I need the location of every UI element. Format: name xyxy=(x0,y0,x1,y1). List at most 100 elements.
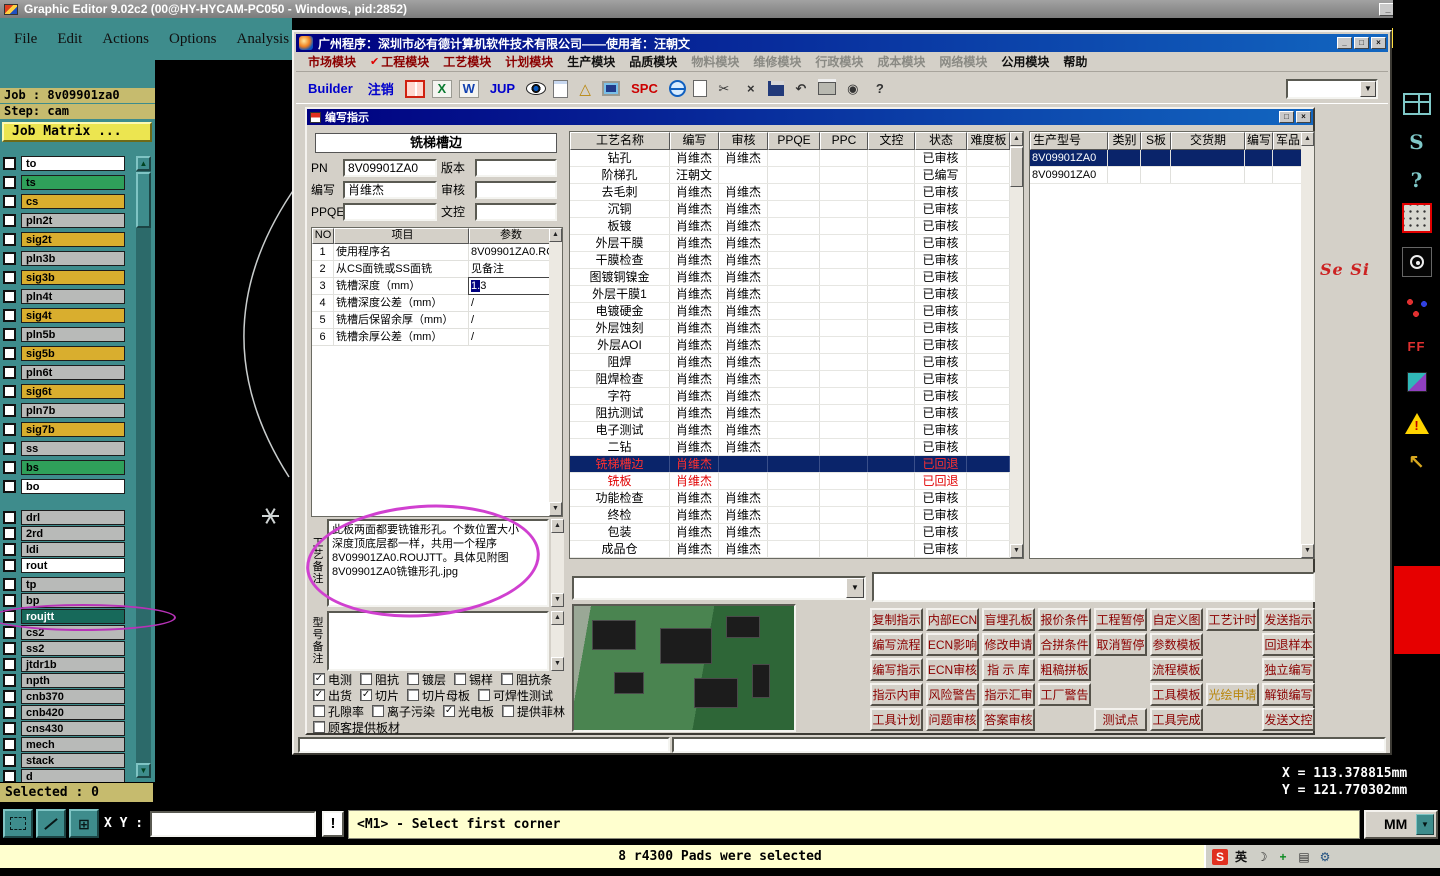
checkbox-可焊性测试[interactable] xyxy=(478,689,491,701)
action-工具计划[interactable]: 工具计划 xyxy=(870,708,923,731)
cn-menu-网络模块[interactable]: 网络模块 xyxy=(933,53,993,70)
target-icon[interactable] xyxy=(1395,244,1438,280)
layer-ss[interactable]: ss xyxy=(21,441,125,456)
chevron-down-icon[interactable]: ▼ xyxy=(1416,814,1434,835)
layer-mech[interactable]: mech xyxy=(21,737,125,752)
action-编写指示[interactable]: 编写指示 xyxy=(870,658,923,681)
layer-drl[interactable]: drl xyxy=(21,510,125,525)
checkbox-切片母板[interactable] xyxy=(407,689,420,701)
layer-pln3b[interactable]: pln3b xyxy=(21,251,125,266)
craft-note-box[interactable]: 此板两面都要铣锥形孔。个数位置大小 深度顶底层都一样，共用一个程序 8V0990… xyxy=(327,519,549,607)
layer-checkbox-ts[interactable] xyxy=(3,176,16,189)
help-icon[interactable]: ? xyxy=(870,80,890,98)
process-row-干膜检查[interactable]: 干膜检查 肖维杰 肖维杰 已审核 xyxy=(570,252,1010,269)
layer-checkbox-bo[interactable] xyxy=(3,480,16,493)
new-doc-icon[interactable] xyxy=(692,80,707,97)
undo-icon[interactable]: ↶ xyxy=(791,80,811,98)
editor-titlebar[interactable]: 编写指示 □ × xyxy=(307,109,1313,125)
scroll-down-icon[interactable]: ▼ xyxy=(549,502,562,516)
checkbox-阻抗[interactable] xyxy=(360,673,373,685)
process-row-去毛刺[interactable]: 去毛刺 肖维杰 肖维杰 已审核 xyxy=(570,184,1010,201)
xy-input[interactable] xyxy=(150,811,316,837)
chevron-down-icon[interactable]: ▼ xyxy=(846,578,864,598)
process-row-图镀铜镍金[interactable]: 图镀铜镍金 肖维杰 肖维杰 已审核 xyxy=(570,269,1010,286)
action-编写流程[interactable]: 编写流程 xyxy=(870,633,923,656)
layer-cns430[interactable]: cns430 xyxy=(21,721,125,736)
layer-checkbox-npth[interactable] xyxy=(3,674,16,687)
remark-combo[interactable]: ▼ xyxy=(572,576,866,600)
layer-npth[interactable]: npth xyxy=(21,673,125,688)
field-input-编写[interactable]: 肖维杰 xyxy=(343,181,437,199)
cn-menu-公用模块[interactable]: 公用模块 xyxy=(995,53,1055,70)
layer-sig5b[interactable]: sig5b xyxy=(21,346,125,361)
menu-options[interactable]: Options xyxy=(169,31,217,48)
param-value[interactable]: 1.3 xyxy=(468,277,552,295)
field-input-审核[interactable] xyxy=(475,181,557,199)
process-row-外层干膜[interactable]: 外层干膜 肖维杰 肖维杰 已审核 xyxy=(570,235,1010,252)
plus-icon[interactable]: + xyxy=(1275,849,1291,865)
cn-titlebar[interactable]: 广州程序：深圳市必有德计算机软件技术有限公司——使用者：汪朝文 _ □ × xyxy=(296,34,1388,52)
grid-tool[interactable]: ⊞ xyxy=(69,809,99,838)
action-自定义图[interactable]: 自定义图 xyxy=(1150,608,1203,631)
cn-menu-工艺模块[interactable]: 工艺模块 xyxy=(437,53,497,70)
action-独立编写[interactable]: 独立编写 xyxy=(1262,658,1315,681)
checkbox-孔隙率[interactable] xyxy=(313,705,325,717)
param-row-5[interactable]: 5 铣槽后保留余厚（mm） / xyxy=(312,312,551,329)
cn-menu-计划模块[interactable]: 计划模块 xyxy=(499,53,559,70)
scroll-up-icon[interactable]: ▲ xyxy=(551,611,564,625)
monitor-icon[interactable] xyxy=(602,81,621,96)
word-icon[interactable]: W xyxy=(458,79,479,98)
field-input-PPQE[interactable] xyxy=(343,203,437,221)
ff-icon[interactable]: FF xyxy=(1395,328,1438,364)
layer-ss2[interactable]: ss2 xyxy=(21,641,125,656)
checkbox-离子污染[interactable] xyxy=(372,705,385,717)
model-note-box[interactable] xyxy=(327,611,549,671)
remark-field[interactable] xyxy=(872,572,1315,602)
cn-menu-生产模块[interactable]: 生产模块 xyxy=(561,53,621,70)
model-note-scrollbar[interactable]: ▲ ▼ xyxy=(551,611,564,671)
layer-checkbox-mech[interactable] xyxy=(3,738,16,751)
scroll-down-icon[interactable]: ▼ xyxy=(136,763,151,778)
cn-menu-维修模块[interactable]: 维修模块 xyxy=(747,53,807,70)
layer-pln2t[interactable]: pln2t xyxy=(21,213,125,228)
action-光绘申请[interactable]: 光绘申请 xyxy=(1206,683,1259,706)
select-rect-tool[interactable] xyxy=(3,809,33,838)
action-取消暂停[interactable]: 取消暂停 xyxy=(1094,633,1147,656)
layer-checkbox-sig4t[interactable] xyxy=(3,309,16,322)
process-row-板镀[interactable]: 板镀 肖维杰 肖维杰 已审核 xyxy=(570,218,1010,235)
param-row-4[interactable]: 4 铣槽深度公差（mm） / xyxy=(312,295,551,312)
zoom-combo[interactable]: ▼ xyxy=(1286,78,1378,99)
action-解锁编写[interactable]: 解锁编写 xyxy=(1262,683,1315,706)
layer-checkbox-pln4t[interactable] xyxy=(3,290,16,303)
action-粗稿拼板[interactable]: 粗稿拼板 xyxy=(1038,658,1091,681)
layer-d[interactable]: d xyxy=(21,769,125,782)
product-row-8V09901ZA0[interactable]: 8V09901ZA0 xyxy=(1030,150,1303,167)
scroll-down-icon[interactable]: ▼ xyxy=(551,657,564,671)
action-回退样本[interactable]: 回退样本 xyxy=(1262,633,1315,656)
checkbox-提供菲林[interactable] xyxy=(502,705,515,717)
action-工程暂停[interactable]: 工程暂停 xyxy=(1094,608,1147,631)
action-工具完成[interactable]: 工具完成 xyxy=(1150,708,1203,731)
layer-to[interactable]: to xyxy=(21,156,125,171)
cn-minimize-button[interactable]: _ xyxy=(1337,37,1352,49)
action-报价条件[interactable]: 报价条件 xyxy=(1038,608,1091,631)
layer-cnb370[interactable]: cnb370 xyxy=(21,689,125,704)
action-测试点[interactable]: 测试点 xyxy=(1094,708,1147,731)
process-row-钻孔[interactable]: 钻孔 肖维杰 肖维杰 已审核 xyxy=(570,150,1010,167)
layer-checkbox-cnb420[interactable] xyxy=(3,706,16,719)
action-流程模板[interactable]: 流程模板 xyxy=(1150,658,1203,681)
cube-icon[interactable] xyxy=(1395,364,1438,400)
layer-pln5b[interactable]: pln5b xyxy=(21,327,125,342)
product-scrollbar[interactable]: ▲ ▼ xyxy=(1301,132,1314,558)
menu-actions[interactable]: Actions xyxy=(102,31,149,48)
layer-bs[interactable]: bs xyxy=(21,460,125,475)
checkbox-阻抗条[interactable] xyxy=(501,673,514,685)
action-工艺计时[interactable]: 工艺计时 xyxy=(1206,608,1259,631)
process-row-阶梯孔[interactable]: 阶梯孔 汪朝文 已编写 xyxy=(570,167,1010,184)
action-复制指示[interactable]: 复制指示 xyxy=(870,608,923,631)
moon-icon[interactable]: ☽ xyxy=(1254,849,1270,865)
action-发送指示[interactable]: 发送指示 xyxy=(1262,608,1315,631)
layer-checkbox-pln5b[interactable] xyxy=(3,328,16,341)
layer-sig3b[interactable]: sig3b xyxy=(21,270,125,285)
lang-icon[interactable]: 英 xyxy=(1233,849,1249,865)
